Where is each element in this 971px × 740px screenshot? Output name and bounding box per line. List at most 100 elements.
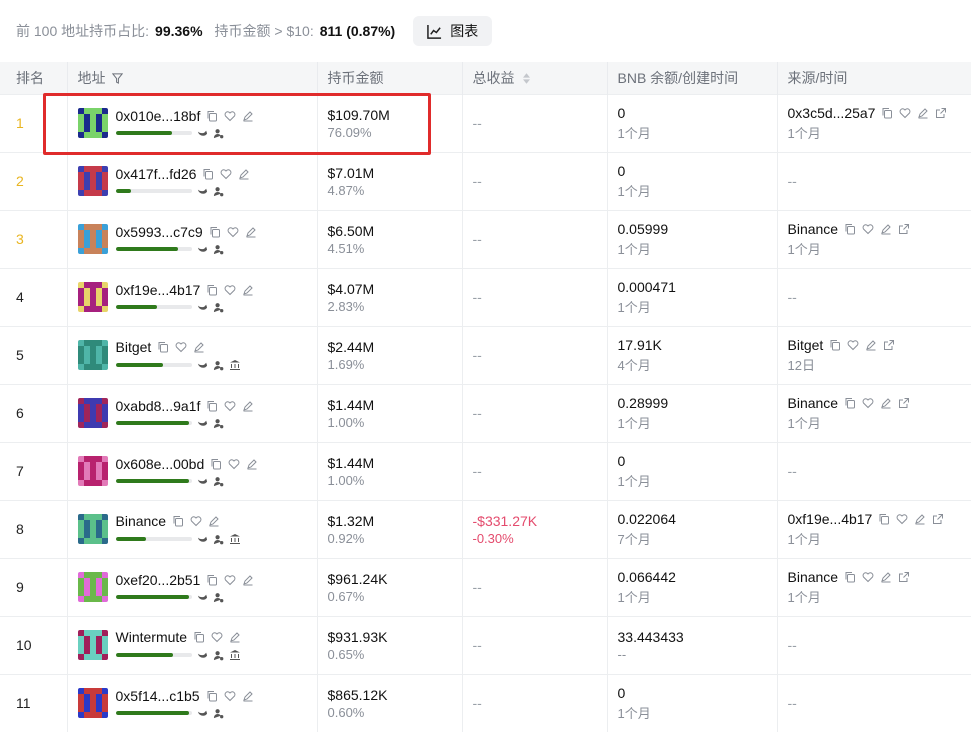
- copy-icon[interactable]: [206, 110, 218, 122]
- bnb-balance: 0.000471: [617, 278, 676, 295]
- address-link[interactable]: 0xef20...2b51: [116, 572, 201, 588]
- copy-icon[interactable]: [193, 631, 205, 643]
- edit-icon[interactable]: [193, 341, 205, 353]
- external-link-icon[interactable]: [898, 223, 910, 235]
- address-link[interactable]: Wintermute: [116, 629, 188, 645]
- heart-icon[interactable]: [228, 458, 240, 470]
- edit-icon[interactable]: [242, 690, 254, 702]
- copy-icon[interactable]: [206, 400, 218, 412]
- copy-icon[interactable]: [878, 513, 890, 525]
- heart-icon[interactable]: [862, 397, 874, 409]
- address-link[interactable]: 0x608e...00bd: [116, 456, 205, 472]
- table-row[interactable]: 9 0xef20...2b51 $961.24K 0.67% -- 0.066442 1个月…: [0, 557, 971, 616]
- heart-icon[interactable]: [896, 513, 908, 525]
- holding-percent: 1.00%: [327, 472, 365, 488]
- heart-icon[interactable]: [224, 110, 236, 122]
- heart-icon[interactable]: [862, 223, 874, 235]
- heart-icon[interactable]: [211, 631, 223, 643]
- edit-icon[interactable]: [880, 397, 892, 409]
- external-link-icon[interactable]: [935, 107, 947, 119]
- address-link[interactable]: Bitget: [116, 339, 152, 355]
- copy-icon[interactable]: [844, 571, 856, 583]
- filter-icon[interactable]: [112, 73, 124, 84]
- edit-icon[interactable]: [245, 226, 257, 238]
- edit-icon[interactable]: [242, 284, 254, 296]
- avatar: [77, 108, 108, 138]
- edit-icon[interactable]: [242, 574, 254, 586]
- address-link[interactable]: 0xabd8...9a1f: [116, 398, 201, 414]
- table-row[interactable]: 4 0xf19e...4b17 $4.07M 2.83% -- 0.000471 1个月 --: [0, 267, 971, 326]
- source-link[interactable]: Bitget: [788, 337, 824, 353]
- address-link[interactable]: 0xf19e...4b17: [116, 282, 201, 298]
- copy-icon[interactable]: [210, 458, 222, 470]
- bnb-cell: 0.022064 7个月: [607, 499, 778, 558]
- copy-icon[interactable]: [157, 341, 169, 353]
- heart-icon[interactable]: [190, 515, 202, 527]
- edit-icon[interactable]: [242, 400, 254, 412]
- table-row[interactable]: 1 0x010e...18bf $109.70M 76.09% -- 0 1个月 0x3c5d…: [0, 93, 971, 152]
- copy-icon[interactable]: [172, 515, 184, 527]
- address-link[interactable]: 0x010e...18bf: [116, 108, 201, 124]
- external-link-icon[interactable]: [932, 513, 944, 525]
- col-address[interactable]: 地址: [67, 62, 318, 94]
- edit-icon[interactable]: [242, 110, 254, 122]
- table-row[interactable]: 8 Binance $1.32M 0.92% -$331.27K -0.30% 0.0220…: [0, 499, 971, 558]
- table-row[interactable]: 5 Bitget $2.44M 1.69% -- 17.91K 4个月 Bitget 12日: [0, 325, 971, 384]
- copy-icon[interactable]: [206, 284, 218, 296]
- source-link[interactable]: Binance: [788, 221, 839, 237]
- table-row[interactable]: 7 0x608e...00bd $1.44M 1.00% -- 0 1个月 --: [0, 441, 971, 500]
- edit-icon[interactable]: [208, 515, 220, 527]
- heart-icon[interactable]: [175, 341, 187, 353]
- heart-icon[interactable]: [224, 690, 236, 702]
- external-link-icon[interactable]: [883, 339, 895, 351]
- col-pnl[interactable]: 总收益: [462, 62, 608, 94]
- heart-icon[interactable]: [224, 574, 236, 586]
- edit-icon[interactable]: [880, 223, 892, 235]
- edit-icon[interactable]: [917, 107, 929, 119]
- heart-icon[interactable]: [847, 339, 859, 351]
- chart-button[interactable]: 图表: [413, 16, 493, 46]
- heart-icon[interactable]: [224, 400, 236, 412]
- address-link[interactable]: Binance: [116, 513, 167, 529]
- edit-icon[interactable]: [229, 631, 241, 643]
- copy-icon[interactable]: [206, 574, 218, 586]
- address-link[interactable]: 0x417f...fd26: [116, 166, 197, 182]
- external-link-icon[interactable]: [898, 397, 910, 409]
- source-link[interactable]: Binance: [788, 569, 839, 585]
- edit-icon[interactable]: [238, 168, 250, 180]
- table-row[interactable]: 6 0xabd8...9a1f $1.44M 1.00% -- 0.28999 1个月 Bin…: [0, 383, 971, 442]
- address-link[interactable]: 0x5993...c7c9: [116, 224, 203, 240]
- address-link[interactable]: 0x5f14...c1b5: [116, 688, 200, 704]
- heart-icon[interactable]: [220, 168, 232, 180]
- heart-icon[interactable]: [862, 571, 874, 583]
- rank-value: 8: [16, 521, 24, 537]
- copy-icon[interactable]: [202, 168, 214, 180]
- edit-icon[interactable]: [880, 571, 892, 583]
- source-link[interactable]: Binance: [788, 395, 839, 411]
- source-link[interactable]: 0xf19e...4b17: [788, 511, 873, 527]
- copy-icon[interactable]: [844, 223, 856, 235]
- address-cell: 0xabd8...9a1f: [67, 383, 318, 442]
- copy-icon[interactable]: [881, 107, 893, 119]
- copy-icon[interactable]: [829, 339, 841, 351]
- edit-icon[interactable]: [914, 513, 926, 525]
- external-link-icon[interactable]: [898, 571, 910, 583]
- edit-icon[interactable]: [865, 339, 877, 351]
- source-time: 1个月: [787, 531, 821, 547]
- edit-icon[interactable]: [246, 458, 258, 470]
- holding-bar-fill: [115, 131, 172, 135]
- heart-icon[interactable]: [227, 226, 239, 238]
- table-row[interactable]: 10 Wintermute $931.93K 0.65% -- 33.443433 -- --: [0, 615, 971, 674]
- source-link[interactable]: 0x3c5d...25a7: [788, 105, 876, 121]
- sort-icon[interactable]: [523, 73, 531, 84]
- table-row[interactable]: 2 0x417f...fd26 $7.01M 4.87% -- 0 1个月 --: [0, 151, 971, 210]
- heart-icon[interactable]: [899, 107, 911, 119]
- holding-cell: $1.44M 1.00%: [317, 383, 463, 442]
- copy-icon[interactable]: [844, 397, 856, 409]
- heart-icon[interactable]: [224, 284, 236, 296]
- table-row[interactable]: 11 0x5f14...c1b5 $865.12K 0.60% -- 0 1个月 --: [0, 673, 971, 732]
- copy-icon[interactable]: [209, 226, 221, 238]
- table-row[interactable]: 3 0x5993...c7c9 $6.50M 4.51% -- 0.05999 1个月 Bin…: [0, 209, 971, 268]
- bnb-balance: 0.28999: [617, 394, 669, 411]
- copy-icon[interactable]: [206, 690, 218, 702]
